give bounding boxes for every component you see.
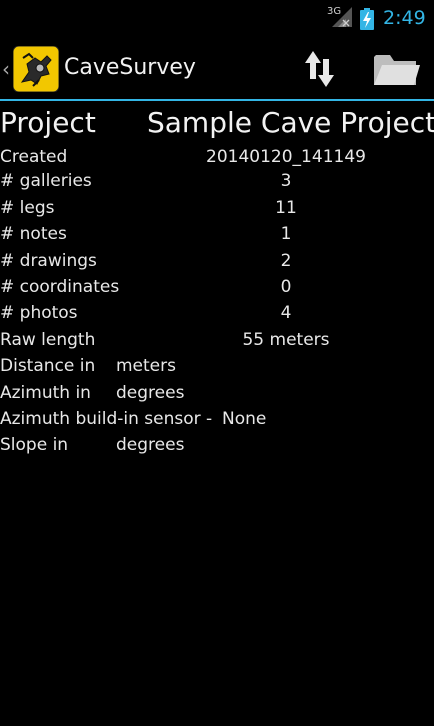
setting-value: degrees [116,382,185,403]
project-row: Project Sample Cave Project [0,101,434,145]
project-info: Project Sample Cave Project Created 2014… [0,101,434,462]
signal-icon [332,7,352,31]
setting-row-azimuth: Azimuth in degrees [0,383,434,409]
setting-label: Azimuth build-in sensor - [0,408,213,429]
action-bar: ‹ CaveSurvey [0,37,434,100]
setting-label: Slope in [0,435,69,456]
setting-row-slope: Slope in degrees [0,435,434,461]
stat-value: 0 [280,276,292,297]
stat-row-coordinates: # coordinates 0 [0,277,434,303]
stat-value: 4 [280,303,292,324]
stat-value: 20140120_141149 [206,147,366,167]
setting-value: None [222,408,267,429]
project-label: Project [0,106,96,139]
open-folder-button[interactable] [372,51,422,89]
app-logo-icon[interactable] [12,45,60,96]
sort-button[interactable] [300,47,340,91]
stat-value: 3 [280,171,292,192]
stat-row-legs: # legs 11 [0,198,434,224]
stat-value: 2 [280,250,292,271]
setting-row-distance: Distance in meters [0,356,434,382]
status-bar: 3G 2:49 [0,0,434,37]
setting-value: meters [116,356,176,377]
stat-value: 1 [280,224,292,245]
up-down-arrows-icon [305,51,334,87]
project-name: Sample Cave Project [147,106,434,139]
stat-row-raw-length: Raw length 55 meters [0,330,434,356]
setting-label: Azimuth in [0,382,91,403]
setting-value: degrees [116,435,185,456]
stat-row-galleries: # galleries 3 [0,171,434,197]
app-title: CaveSurvey [64,55,196,80]
stat-row-photos: # photos 4 [0,303,434,329]
stat-value: 55 meters [242,329,330,350]
clock: 2:49 [383,7,426,29]
folder-open-icon [374,55,420,85]
stat-row-created: Created 20140120_141149 [0,145,434,171]
setting-row-azimuth-sensor: Azimuth build-in sensor - None [0,409,434,435]
stat-row-notes: # notes 1 [0,224,434,250]
setting-label: Distance in [0,356,96,377]
battery-charging-icon [360,8,374,34]
chevron-left-icon[interactable]: ‹ [2,57,10,81]
stat-value: 11 [275,197,297,218]
stat-row-drawings: # drawings 2 [0,251,434,277]
